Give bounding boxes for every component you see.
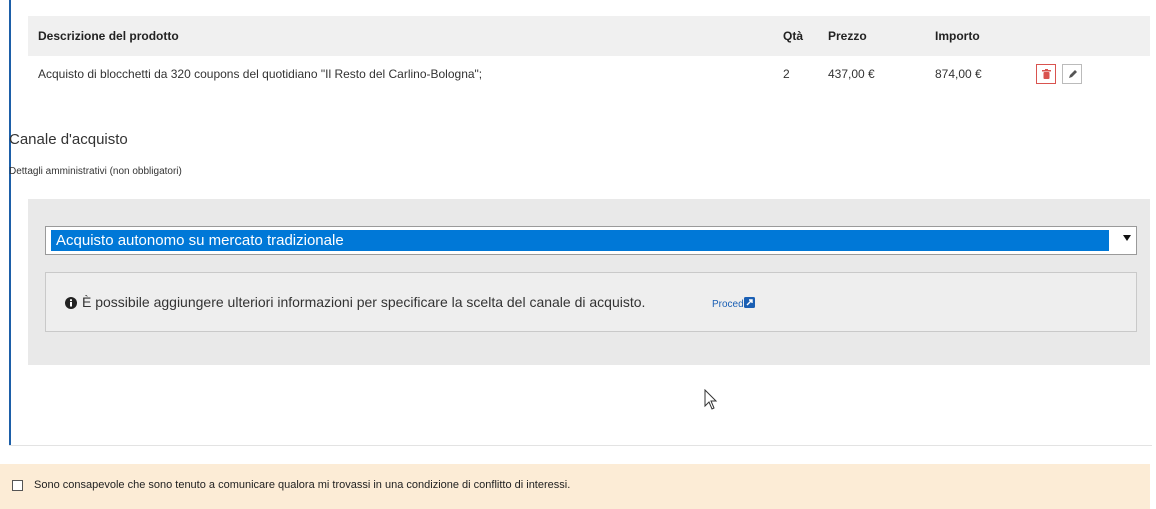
table-row: Acquisto di blocchetti da 320 coupons de…: [28, 56, 1150, 92]
info-icon: [65, 297, 77, 309]
panel-accent-border: [9, 0, 11, 446]
info-box: È possibile aggiungere ulteriori informa…: [45, 272, 1137, 332]
chevron-down-icon: [1123, 235, 1131, 241]
mouse-cursor-icon: [704, 389, 718, 410]
canale-select-value: Acquisto autonomo su mercato tradizional…: [51, 230, 1109, 251]
cell-descrizione: Acquisto di blocchetti da 320 coupons de…: [38, 67, 483, 81]
canale-select[interactable]: Acquisto autonomo su mercato tradizional…: [45, 226, 1137, 255]
header-descrizione: Descrizione del prodotto: [28, 16, 773, 56]
product-table: Descrizione del prodotto Qtà Prezzo Impo…: [28, 16, 1150, 92]
pencil-icon: [1069, 70, 1077, 78]
admin-details-subtitle: Dettagli amministrativi (non obbligatori…: [9, 166, 182, 177]
header-qta: Qtà: [773, 16, 818, 56]
canale-title: Canale d'acquisto: [9, 131, 128, 148]
cell-actions: [1026, 56, 1150, 92]
consent-banner: Sono consapevole che sono tenuto a comun…: [0, 464, 1150, 509]
consent-checkbox[interactable]: [12, 480, 23, 491]
trash-icon: [1042, 69, 1051, 79]
delete-button[interactable]: [1036, 64, 1056, 84]
edit-button[interactable]: [1062, 64, 1082, 84]
header-importo: Importo: [925, 16, 1026, 56]
cell-importo: 874,00 €: [935, 67, 982, 81]
procedi-link[interactable]: Procedi: [712, 299, 746, 310]
product-panel: Descrizione del prodotto Qtà Prezzo Impo…: [0, 0, 1152, 446]
header-prezzo: Prezzo: [818, 16, 925, 56]
consent-label: Sono consapevole che sono tenuto a comun…: [34, 479, 571, 491]
external-link-icon[interactable]: [744, 297, 755, 308]
panel-divider: [9, 445, 1152, 446]
header-actions: [1026, 16, 1150, 56]
cell-prezzo: 437,00 €: [828, 67, 875, 81]
table-header-row: Descrizione del prodotto Qtà Prezzo Impo…: [28, 16, 1150, 56]
cell-qta: 2: [783, 67, 790, 81]
info-text: È possibile aggiungere ulteriori informa…: [82, 294, 646, 310]
